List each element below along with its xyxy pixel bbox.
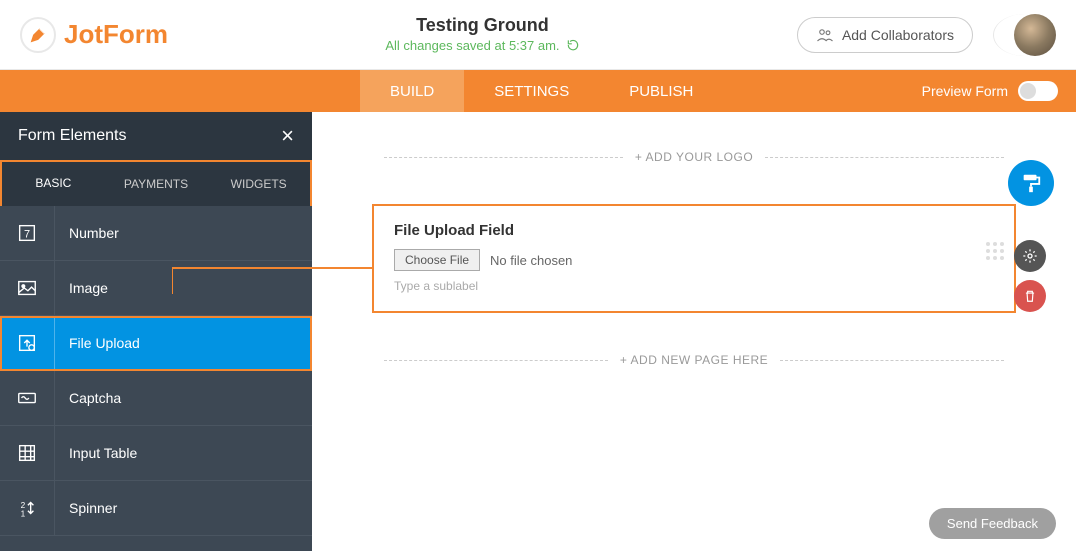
form-title[interactable]: Testing Ground <box>168 15 797 36</box>
nav-bar: BUILD SETTINGS PUBLISH Preview Form <box>0 70 1076 112</box>
avatar[interactable] <box>993 14 1056 56</box>
sidebar-tab-widgets[interactable]: WIDGETS <box>207 162 310 206</box>
sidebar: Form Elements × BASIC PAYMENTS WIDGETS 7… <box>0 112 312 551</box>
tab-settings[interactable]: SETTINGS <box>464 70 599 112</box>
delete-button[interactable] <box>1014 280 1046 312</box>
people-icon <box>816 26 834 44</box>
fab-column <box>1008 160 1054 206</box>
canvas: + ADD YOUR LOGO File Upload Field Choose… <box>312 112 1076 551</box>
spinner-icon: 21 <box>0 481 55 535</box>
tab-build[interactable]: BUILD <box>360 70 464 112</box>
trash-icon <box>1023 289 1037 303</box>
element-label: Number <box>55 225 119 241</box>
top-header: JotForm Testing Ground All changes saved… <box>0 0 1076 70</box>
element-label: Spinner <box>55 500 117 516</box>
title-area: Testing Ground All changes saved at 5:37… <box>168 15 797 55</box>
sidebar-tab-basic[interactable]: BASIC <box>2 162 105 206</box>
send-feedback-button[interactable]: Send Feedback <box>929 508 1056 539</box>
number-icon: 7 <box>0 206 55 260</box>
logo-text: JotForm <box>64 19 168 50</box>
sublabel-placeholder[interactable]: Type a sublabel <box>394 279 994 293</box>
sidebar-title: Form Elements <box>18 127 126 145</box>
refresh-icon <box>566 38 580 52</box>
add-collaborators-button[interactable]: Add Collaborators <box>797 17 973 53</box>
close-icon[interactable]: × <box>281 123 294 149</box>
table-icon <box>0 426 55 480</box>
field-actions <box>1014 240 1046 312</box>
sidebar-header: Form Elements × <box>0 112 312 160</box>
element-spinner[interactable]: 21 Spinner <box>0 481 312 536</box>
element-list: 7 Number Image File Upload Captcha Input… <box>0 206 312 551</box>
no-file-text: No file chosen <box>490 253 572 268</box>
file-input-row: Choose File No file chosen <box>394 249 994 271</box>
choose-file-button[interactable]: Choose File <box>394 249 480 271</box>
settings-button[interactable] <box>1014 240 1046 272</box>
element-label: Captcha <box>55 390 121 406</box>
preview-toggle[interactable] <box>1018 81 1058 101</box>
element-label: File Upload <box>55 335 140 351</box>
collab-label: Add Collaborators <box>842 27 954 43</box>
element-image[interactable]: Image <box>0 261 312 316</box>
paint-roller-icon <box>1020 172 1042 194</box>
element-label: Input Table <box>55 445 137 461</box>
sidebar-tab-payments[interactable]: PAYMENTS <box>105 162 208 206</box>
save-status-text: All changes saved at 5:37 am. <box>385 38 559 53</box>
element-file-upload[interactable]: File Upload <box>0 316 312 371</box>
paint-roller-button[interactable] <box>1008 160 1054 206</box>
add-page-row[interactable]: + ADD NEW PAGE HERE <box>372 353 1016 367</box>
save-status: All changes saved at 5:37 am. <box>385 38 579 53</box>
svg-text:7: 7 <box>24 229 30 241</box>
image-icon <box>0 261 55 315</box>
element-captcha[interactable]: Captcha <box>0 371 312 426</box>
add-logo-label: + ADD YOUR LOGO <box>635 150 753 164</box>
element-label: Image <box>55 280 108 296</box>
pen-icon <box>20 17 56 53</box>
gear-icon <box>1022 248 1038 264</box>
svg-text:1: 1 <box>21 509 26 518</box>
drag-handle[interactable] <box>986 242 1004 260</box>
element-input-table[interactable]: Input Table <box>0 426 312 481</box>
element-number[interactable]: 7 Number <box>0 206 312 261</box>
add-logo-row[interactable]: + ADD YOUR LOGO <box>372 150 1016 164</box>
field-title[interactable]: File Upload Field <box>394 222 994 239</box>
upload-icon <box>0 316 55 370</box>
captcha-icon <box>0 371 55 425</box>
add-page-label: + ADD NEW PAGE HERE <box>620 353 768 367</box>
sidebar-tabs: BASIC PAYMENTS WIDGETS <box>0 160 312 206</box>
preview-form-label: Preview Form <box>922 83 1008 99</box>
logo[interactable]: JotForm <box>20 17 168 53</box>
tab-publish[interactable]: PUBLISH <box>599 70 723 112</box>
file-upload-field-card[interactable]: File Upload Field Choose File No file ch… <box>372 204 1016 313</box>
